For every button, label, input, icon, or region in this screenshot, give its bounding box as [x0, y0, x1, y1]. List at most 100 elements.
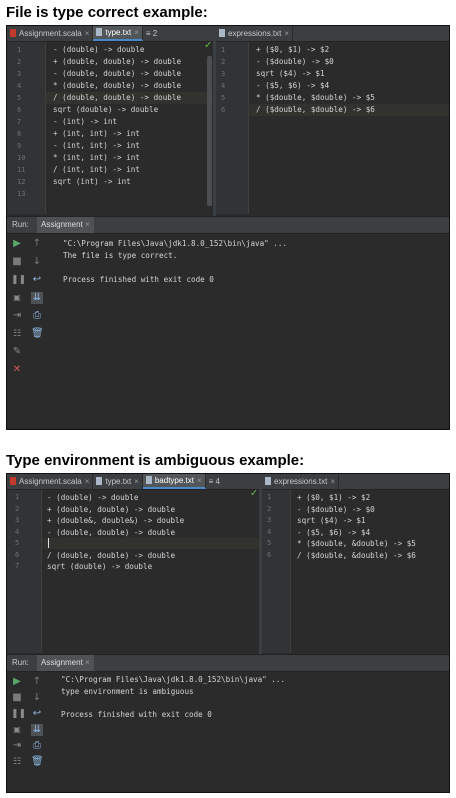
- line-number: 3: [267, 516, 272, 524]
- line-number: 2: [267, 504, 272, 513]
- editor-tabbar-left: Assignment.scala × type.txt × ≡ 2: [7, 26, 213, 42]
- dump-threads-icon[interactable]: ▣: [11, 292, 23, 304]
- exit-icon[interactable]: ⇥: [11, 310, 23, 322]
- tab-expressions-txt[interactable]: expressions.txt ×: [262, 474, 340, 489]
- section-title-1: File is type correct example:: [6, 4, 208, 21]
- pause-icon[interactable]: ❚❚: [11, 274, 26, 286]
- editor-scrollbar[interactable]: [207, 56, 212, 206]
- layout-icon[interactable]: ☷: [11, 328, 23, 340]
- close-red-icon[interactable]: ✕: [11, 364, 23, 376]
- code-line: * ($double, &double) -> $5: [297, 539, 416, 548]
- editor-tabbar-right: expressions.txt ×: [262, 474, 449, 490]
- line-number: 6: [15, 550, 20, 559]
- code-line: * (double, double) -> double: [53, 81, 182, 90]
- close-icon[interactable]: ×: [85, 220, 90, 229]
- section-title-2: Type environment is ambiguous example:: [6, 452, 305, 469]
- editor-pane-expressions-txt[interactable]: 1 2 3 4 5 6 + ($0, $1) -> $2 - ($double) -> $0…: [216, 42, 449, 214]
- run-toolbar-right: ↑ ↓ ↩ ⇊ ⎙ 🗑: [29, 672, 47, 790]
- close-icon[interactable]: ×: [85, 477, 90, 486]
- line-number: 4: [17, 82, 22, 90]
- run-tab-assignment[interactable]: Assignment ×: [37, 655, 94, 671]
- editor-pane-expressions-txt[interactable]: 1 2 3 4 5 6 + ($0, $1) -> $2 - ($double) -> $0…: [262, 490, 449, 653]
- code-line: - ($5, $6) -> $4: [297, 527, 371, 537]
- console-output[interactable]: "C:\Program Files\Java\jdk1.8.0_152\bin\…: [51, 672, 447, 790]
- up-arrow-icon[interactable]: ↑: [31, 676, 43, 688]
- code-line: / (int, int) -> int: [53, 165, 140, 174]
- line-number: 4: [221, 82, 226, 90]
- line-number: 3: [17, 70, 22, 78]
- close-icon[interactable]: ×: [330, 477, 335, 486]
- dump-threads-icon[interactable]: ▣: [11, 724, 23, 736]
- trash-icon[interactable]: 🗑: [31, 756, 44, 768]
- line-number: 5: [221, 94, 226, 102]
- code-line: - (int) -> int: [53, 117, 118, 126]
- wrap-icon[interactable]: ↩: [31, 274, 43, 286]
- close-icon[interactable]: ×: [85, 29, 90, 38]
- tab-type-txt[interactable]: type.txt ×: [93, 474, 143, 489]
- run-tab-assignment[interactable]: Assignment ×: [37, 217, 94, 233]
- code-line: sqrt ($4) -> $1: [256, 69, 325, 78]
- line-number: 5: [267, 539, 272, 547]
- close-icon[interactable]: ×: [85, 658, 90, 667]
- close-icon[interactable]: ×: [284, 29, 289, 38]
- ide-window-2: Assignment.scala × type.txt × badtype.txt × ≡ …: [6, 473, 450, 793]
- close-icon[interactable]: ×: [197, 476, 202, 485]
- line-number: 11: [17, 166, 26, 174]
- editor-tabbar-right: expressions.txt ×: [216, 26, 449, 42]
- close-icon[interactable]: ×: [134, 477, 139, 486]
- tab-expressions-txt[interactable]: expressions.txt ×: [216, 26, 294, 41]
- scroll-to-end-icon[interactable]: ⇊: [31, 292, 43, 304]
- print-icon[interactable]: ⎙: [31, 740, 43, 752]
- line-number: 1: [17, 46, 22, 54]
- line-number: 6: [17, 106, 22, 114]
- console-output[interactable]: "C:\Program Files\Java\jdk1.8.0_152\bin\…: [51, 234, 447, 424]
- text-file-icon: [145, 476, 152, 484]
- run-toolbar-right: ↑ ↓ ↩ ⇊ ⎙ 🗑: [29, 234, 47, 424]
- up-arrow-icon[interactable]: ↑: [31, 238, 43, 250]
- pause-icon[interactable]: ❚❚: [11, 708, 26, 720]
- tab-assignment-scala[interactable]: Assignment.scala ×: [7, 26, 94, 41]
- console-text: "C:\Program Files\Java\jdk1.8.0_152\bin\…: [61, 674, 285, 720]
- console-line: Process finished with exit code 0: [61, 709, 212, 719]
- line-numbers: 1 2 3 4 5 6: [221, 44, 225, 116]
- code-text[interactable]: + ($0, $1) -> $2 - ($double) -> $0 sqrt ($…: [297, 492, 416, 561]
- code-line: - (double, double) -> double: [53, 69, 182, 78]
- line-number: 8: [17, 130, 22, 138]
- tab-overflow[interactable]: ≡ 2: [143, 26, 160, 41]
- line-number: 3: [221, 70, 226, 78]
- tab-badtype-txt[interactable]: badtype.txt ×: [142, 474, 206, 489]
- exit-icon[interactable]: ⇥: [11, 740, 23, 752]
- tab-assignment-scala[interactable]: Assignment.scala ×: [7, 474, 94, 489]
- run-icon[interactable]: ▶: [11, 676, 23, 688]
- code-text[interactable]: - (double) -> double + (double, double) -…: [47, 492, 184, 573]
- print-icon[interactable]: ⎙: [31, 310, 43, 322]
- down-arrow-icon[interactable]: ↓: [31, 692, 43, 704]
- code-line: + (double, double) -> double: [47, 504, 176, 514]
- scroll-to-end-icon[interactable]: ⇊: [31, 724, 43, 736]
- line-number: 5: [15, 539, 20, 547]
- editor-pane-badtype-txt[interactable]: 1 2 3 4 5 6 7 - (double) -> double + (double, d…: [7, 490, 259, 653]
- stop-icon[interactable]: ■: [11, 692, 23, 704]
- code-line: + ($0, $1) -> $2: [256, 45, 330, 54]
- stop-icon[interactable]: ■: [11, 256, 23, 268]
- trash-icon[interactable]: 🗑: [31, 328, 44, 340]
- editor-pane-type-txt[interactable]: 1 2 3 4 5 6 7 8 9 10 11 12 13 - (double) -> double + …: [7, 42, 213, 214]
- console-line: The file is type correct.: [63, 251, 178, 260]
- line-numbers: 1 2 3 4 5 6 7: [15, 492, 19, 573]
- tab-overflow[interactable]: ≡ 4: [206, 474, 223, 489]
- text-file-icon: [96, 477, 103, 485]
- layout-icon[interactable]: ☷: [11, 756, 23, 768]
- code-line: - (double) -> double: [53, 45, 145, 54]
- run-toolwindow-header: Run: Assignment ×: [7, 216, 449, 234]
- close-icon[interactable]: ×: [134, 28, 139, 37]
- wrap-icon[interactable]: ↩: [31, 708, 43, 720]
- down-arrow-icon[interactable]: ↓: [31, 256, 43, 268]
- code-text[interactable]: + ($0, $1) -> $2 - ($double) -> $0 sqrt ($…: [256, 44, 375, 116]
- checkmark-icon: ✓: [204, 42, 213, 51]
- pin-icon[interactable]: ✎: [11, 346, 23, 358]
- code-line: - (double, double) -> double: [47, 527, 176, 537]
- run-icon[interactable]: ▶: [11, 238, 23, 250]
- tab-type-txt[interactable]: type.txt ×: [93, 26, 143, 41]
- code-text[interactable]: - (double) -> double + (double, double) -…: [53, 44, 181, 200]
